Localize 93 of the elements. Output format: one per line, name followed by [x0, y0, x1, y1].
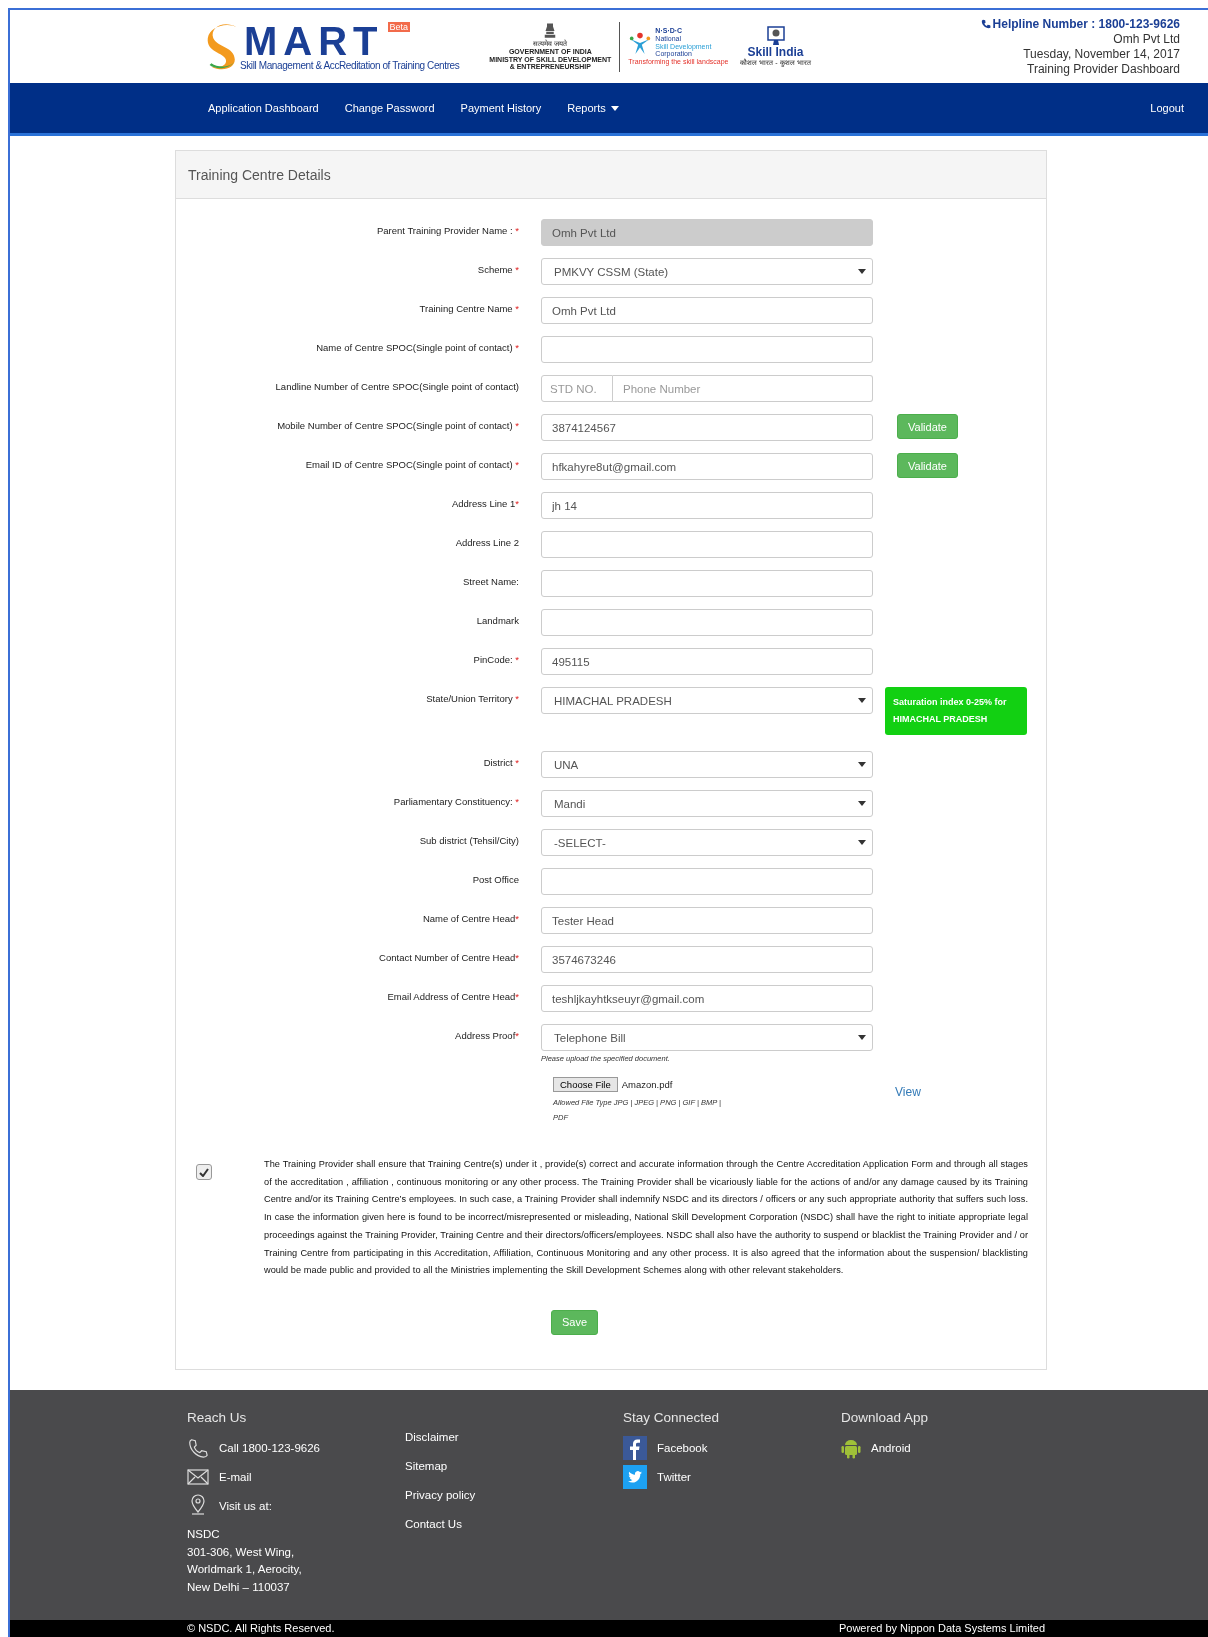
- copyright-text: © NSDC. All Rights Reserved.: [187, 1622, 335, 1635]
- emblem-icon: [543, 22, 558, 41]
- logout-link[interactable]: Logout: [1150, 102, 1184, 114]
- text-field[interactable]: [541, 868, 873, 895]
- phone-icon: [980, 18, 991, 29]
- contact-link[interactable]: E-mail: [187, 1462, 405, 1491]
- card-title: Training Centre Details: [176, 151, 1046, 199]
- address-text: NSDC 301-306, West Wing, Worldmark 1, Aerocity, New Delhi – 110037: [187, 1527, 303, 1595]
- field-label: Parliamentary Constituency: *: [392, 795, 519, 807]
- dropdown-field[interactable]: PMKVY CSSM (State): [541, 258, 873, 285]
- logo-wordmark: MART: [244, 22, 384, 60]
- text-field[interactable]: Omh Pvt Ltd: [541, 297, 873, 324]
- footer-heading: Download App: [841, 1410, 930, 1425]
- social-link[interactable]: Facebook: [623, 1433, 841, 1462]
- mail-icon: [187, 1468, 209, 1485]
- text-field[interactable]: [541, 609, 873, 636]
- field-label: Name of Centre Head*: [421, 912, 519, 924]
- footer-link[interactable]: Contact Us: [405, 1518, 623, 1531]
- logo-tagline: Skill Management & AccReditation of Training Centres: [240, 60, 460, 71]
- dropdown-field[interactable]: HIMACHAL PRADESH: [541, 687, 873, 714]
- contact-link[interactable]: Call 1800-123-9626: [187, 1433, 405, 1462]
- field-label: District *: [482, 756, 519, 768]
- caret-icon: [858, 1035, 866, 1040]
- text-field[interactable]: [541, 531, 873, 558]
- field-label: PinCode: *: [472, 653, 519, 665]
- footer-link[interactable]: Sitemap: [405, 1460, 623, 1473]
- field-label: Address Proof*: [454, 1029, 519, 1041]
- field-label: Email ID of Centre SPOC(Single point of contact) *: [304, 458, 519, 470]
- text-field[interactable]: [541, 336, 873, 363]
- footer-link[interactable]: Privacy policy: [405, 1489, 623, 1502]
- date-text: Tuesday, November 14, 2017: [1023, 46, 1180, 62]
- caret-icon: [858, 840, 866, 845]
- nav-link[interactable]: Payment History: [460, 102, 542, 114]
- user-name: Omh Pvt Ltd: [1113, 31, 1180, 47]
- consent-checkbox[interactable]: [196, 1164, 212, 1180]
- dropdown-field[interactable]: Telephone Bill: [541, 1024, 873, 1051]
- caret-icon: [858, 801, 866, 806]
- text-field[interactable]: Omh Pvt Ltd: [541, 219, 873, 246]
- skill-india-title: Skill India: [747, 46, 804, 60]
- field-label: Parent Training Provider Name : *: [375, 224, 519, 236]
- nav-link[interactable]: Application Dashboard: [208, 102, 319, 114]
- text-field[interactable]: teshljkayhtkseuyr@gmail.com: [541, 985, 873, 1012]
- footer-link[interactable]: Disclaimer: [405, 1431, 623, 1444]
- field-label: Sub district (Tehsil/City): [418, 834, 519, 846]
- field-label: Street Name:: [462, 575, 519, 587]
- twitter-icon: [623, 1464, 647, 1489]
- file-name: Amazon.pdf: [621, 1079, 673, 1090]
- caret-icon: [858, 698, 866, 703]
- monitor-icon: [766, 26, 785, 47]
- field-label: Post Office: [471, 873, 519, 885]
- powered-by-text: Powered by Nippon Data Systems Limited: [838, 1622, 1045, 1635]
- caret-icon: [858, 269, 866, 274]
- beta-badge: Beta: [387, 22, 411, 32]
- field-label: Landmark: [475, 614, 519, 626]
- text-field[interactable]: 495115: [541, 648, 873, 675]
- std-code-field[interactable]: STD NO.: [541, 375, 613, 402]
- app-link[interactable]: Android: [841, 1433, 1059, 1462]
- facebook-icon: [623, 1435, 647, 1460]
- text-field[interactable]: Tester Head: [541, 907, 873, 934]
- dropdown-field[interactable]: UNA: [541, 751, 873, 778]
- field-label: Email Address of Centre Head*: [386, 990, 519, 1002]
- footer-heading: Stay Connected: [623, 1410, 721, 1425]
- field-label: Address Line 1*: [450, 497, 519, 509]
- consent-text: The Training Provider shall ensure that Training Centre(s) under it , provide(s) correct and accurate information through the Centre Accreditation Application Form and through all stages of the accreditation , affiliation , continuous monitoring or any other process. The Training Provider shall be vicariously liable for the actions of and/or any damage caused by its Training Centre and/or its Training Centre’s employees. In such case, a Training Provider shall indemnify NSDC and its directors / officers or any such appropriate authority that suffers such loss. In case the information given here is found to be incorrect/misrepresented or misleading, National Skill Development Corporation (NSDC) shall have the right to initiate appropriate legal proceedings against the Training Provider, Training Centre and their directors/officers/employees. NSDC shall also have the authority to suspend or blacklist the Training Provider and / or Training Centre from participating in this Accreditation, Affiliation, Continuous Monitoring and any other process. It is also agreed that the information about the suspension/ blacklisting would be made public and provided to all the Ministries implementing the Skill Development Schemes along with other relevant stakeholders.: [264, 1158, 1028, 1278]
- text-field[interactable]: 3874124567: [541, 414, 873, 441]
- dropdown-field[interactable]: -SELECT-: [541, 829, 873, 856]
- contact-link[interactable]: Visit us at:: [187, 1491, 405, 1520]
- phone-number-field[interactable]: Phone Number: [613, 375, 873, 402]
- people-logo-icon: [628, 30, 653, 55]
- text-field[interactable]: 3574673246: [541, 946, 873, 973]
- field-label: Address Line 2: [454, 536, 519, 548]
- social-link[interactable]: Twitter: [623, 1462, 841, 1491]
- saturation-notice: Saturation index 0-25% for HIMACHAL PRADESH: [885, 687, 1027, 735]
- text-field[interactable]: [541, 570, 873, 597]
- nav-link[interactable]: Reports: [567, 102, 619, 114]
- dashboard-role: Training Provider Dashboard: [1027, 61, 1180, 77]
- field-label: Training Centre Name *: [418, 302, 519, 314]
- view-link[interactable]: View: [895, 1085, 1046, 1122]
- caret-icon: [858, 762, 866, 767]
- field-label: Scheme *: [476, 263, 519, 275]
- phone-icon: [187, 1436, 209, 1459]
- field-label: Name of Centre SPOC(Single point of contact) *: [315, 341, 519, 353]
- field-label: Mobile Number of Centre SPOC(Single point of contact) *: [276, 419, 519, 431]
- nav-link[interactable]: Change Password: [344, 102, 435, 114]
- text-field[interactable]: jh 14: [541, 492, 873, 519]
- text-field[interactable]: hfkahyre8ut@gmail.com: [541, 453, 873, 480]
- field-label: State/Union Territory *: [425, 692, 519, 704]
- dropdown-field[interactable]: Mandi: [541, 790, 873, 817]
- helpline-text: Helpline Number : 1800-123-9626: [980, 16, 1180, 32]
- choose-file-button[interactable]: Choose File: [553, 1077, 618, 1092]
- field-label: Landline Number of Centre SPOC(Single point of contact): [274, 380, 519, 392]
- field-label: Contact Number of Centre Head*: [378, 951, 519, 963]
- footer-heading: Reach Us: [187, 1410, 248, 1425]
